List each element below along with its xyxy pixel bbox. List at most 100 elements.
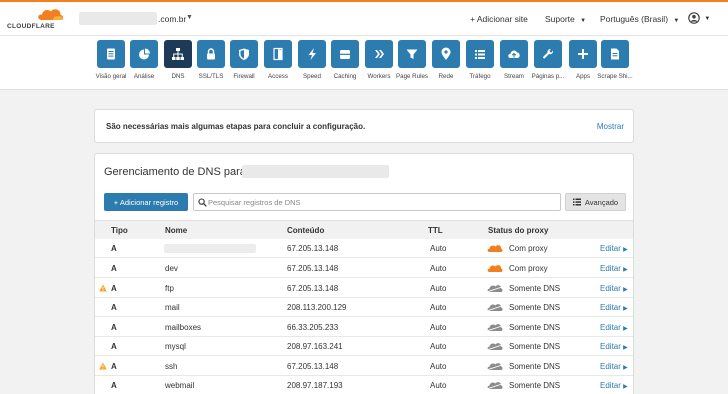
list-icon bbox=[475, 50, 485, 59]
nav-item-network[interactable]: Rede bbox=[428, 40, 464, 80]
record-content: 208.113.200.129 bbox=[287, 303, 347, 312]
dns-search-field[interactable] bbox=[193, 193, 561, 211]
nav-item-caching[interactable]: Caching bbox=[327, 40, 363, 80]
edit-link[interactable]: Editar ▶ bbox=[600, 303, 628, 312]
table-row[interactable]: A 67.205.13.148 Auto Com proxy Editar ▶ bbox=[95, 239, 633, 258]
proxied-cloud-icon[interactable] bbox=[487, 264, 503, 272]
caret-right-icon: ▶ bbox=[623, 384, 628, 390]
nav-label: Firewall bbox=[233, 73, 255, 80]
table-row[interactable]: A webmail 208.97.187.193 Auto Somente DN… bbox=[95, 376, 633, 394]
record-name: mailboxes bbox=[165, 323, 202, 332]
dns-title: Gerenciamento de DNS para bbox=[104, 166, 246, 178]
edit-link[interactable]: Editar ▶ bbox=[600, 362, 628, 371]
nav-item-firewall[interactable]: Firewall bbox=[226, 40, 262, 80]
domain-suffix[interactable]: .com.br bbox=[158, 14, 186, 24]
domain-caret-icon[interactable]: ▼ bbox=[186, 14, 193, 21]
table-row[interactable]: A mail 208.113.200.129 Auto Somente DNS … bbox=[95, 298, 633, 317]
nav-item-analytics[interactable]: Análise bbox=[126, 40, 162, 80]
dns-only-cloud-icon[interactable] bbox=[487, 284, 503, 292]
nav-item-workers[interactable]: Workers bbox=[361, 40, 397, 80]
wrench-icon bbox=[542, 48, 554, 59]
proxy-status: Somente DNS bbox=[509, 323, 561, 332]
record-type: A bbox=[111, 323, 117, 332]
workers-icon bbox=[375, 50, 384, 58]
filter-icon bbox=[406, 49, 418, 59]
domain-name-redacted[interactable] bbox=[79, 12, 157, 25]
cloud-logo-icon bbox=[38, 9, 64, 20]
support-menu[interactable]: Suporte ▼ bbox=[545, 14, 586, 24]
record-ttl: Auto bbox=[430, 264, 447, 273]
record-name-redacted bbox=[164, 244, 256, 253]
column-header-name: Nome bbox=[165, 226, 188, 235]
nav-label: Apps bbox=[575, 73, 591, 80]
dns-search-input[interactable] bbox=[208, 196, 548, 208]
record-content: 67.205.13.148 bbox=[287, 264, 339, 273]
table-row[interactable]: A dev 67.205.13.148 Auto Com proxy Edita… bbox=[95, 259, 633, 278]
table-row[interactable]: A ssh 67.205.13.148 Auto Somente DNS Edi… bbox=[95, 357, 633, 376]
nav-label: Análise bbox=[133, 73, 155, 80]
nav-item-access[interactable]: Access bbox=[260, 40, 296, 80]
add-record-button[interactable]: + Adicionar registro bbox=[104, 193, 188, 211]
edit-link[interactable]: Editar ▶ bbox=[600, 381, 628, 390]
advanced-button[interactable]: Avançado bbox=[565, 193, 626, 211]
nav-item-stream[interactable]: Stream bbox=[496, 40, 532, 80]
nav-item-speed[interactable]: Speed bbox=[294, 40, 330, 80]
setup-notice-text: São necessárias mais algumas etapas para… bbox=[106, 122, 366, 131]
nav-label: Access bbox=[268, 73, 288, 80]
edit-link[interactable]: Editar ▶ bbox=[600, 323, 628, 332]
nav-item-ssl-tls[interactable]: SSL/TLS bbox=[193, 40, 229, 80]
door-icon bbox=[273, 47, 283, 61]
user-menu[interactable]: ▼ bbox=[688, 12, 710, 24]
user-icon bbox=[688, 12, 700, 24]
proxy-status: Somente DNS bbox=[509, 342, 561, 351]
nav-item-scrape-shield[interactable]: Scrape Shi... bbox=[597, 40, 633, 80]
nav-item-dns[interactable]: DNS bbox=[160, 40, 196, 80]
edit-link[interactable]: Editar ▶ bbox=[600, 342, 628, 351]
cloudflare-logo[interactable]: CLOUDFLARE bbox=[7, 7, 67, 33]
record-ttl: Auto bbox=[430, 284, 447, 293]
caret-right-icon: ▶ bbox=[623, 365, 628, 371]
nav-item-overview[interactable]: Visão geral bbox=[93, 40, 129, 80]
proxy-status: Somente DNS bbox=[509, 362, 561, 371]
warning-icon bbox=[99, 284, 107, 292]
table-row[interactable]: A ftp 67.205.13.148 Auto Somente DNS Edi… bbox=[95, 279, 633, 298]
dns-table-header: Tipo Nome Conteúdo TTL Status do proxy bbox=[95, 220, 633, 239]
warning-icon bbox=[99, 362, 107, 370]
record-type: A bbox=[111, 244, 117, 253]
dns-only-cloud-icon[interactable] bbox=[487, 381, 503, 389]
language-menu[interactable]: Português (Brasil) ▼ bbox=[600, 14, 679, 24]
column-header-ttl: TTL bbox=[428, 226, 443, 235]
dns-only-cloud-icon[interactable] bbox=[487, 303, 503, 311]
proxy-status: Somente DNS bbox=[509, 303, 561, 312]
edit-link[interactable]: Editar ▶ bbox=[600, 264, 628, 273]
column-header-content: Conteúdo bbox=[287, 226, 325, 235]
nav-label: Páginas p... bbox=[531, 73, 565, 80]
nav-item-apps[interactable]: Apps bbox=[565, 40, 601, 80]
list-icon bbox=[572, 198, 581, 206]
column-header-type: Tipo bbox=[111, 226, 128, 235]
dns-only-cloud-icon[interactable] bbox=[487, 342, 503, 350]
caret-right-icon: ▶ bbox=[623, 326, 628, 332]
dns-only-cloud-icon[interactable] bbox=[487, 323, 503, 331]
nav-label: SSL/TLS bbox=[198, 73, 224, 80]
dns-only-cloud-icon[interactable] bbox=[487, 362, 503, 370]
table-row[interactable]: A mailboxes 66.33.205.233 Auto Somente D… bbox=[95, 318, 633, 337]
record-content: 67.205.13.148 bbox=[287, 244, 339, 253]
nav-label: Speed bbox=[303, 73, 321, 80]
edit-link[interactable]: Editar ▶ bbox=[600, 244, 628, 253]
record-name: webmail bbox=[165, 381, 195, 390]
edit-link[interactable]: Editar ▶ bbox=[600, 284, 628, 293]
nav-item-page-rules[interactable]: Page Rules bbox=[394, 40, 430, 80]
nav-item-traffic[interactable]: Tráfego bbox=[462, 40, 498, 80]
top-bar: CLOUDFLARE .com.br ▼ + Adicionar site Su… bbox=[0, 0, 728, 36]
add-site-link[interactable]: + Adicionar site bbox=[470, 14, 528, 24]
caret-right-icon: ▶ bbox=[623, 267, 628, 273]
record-name: mysql bbox=[165, 342, 186, 351]
proxied-cloud-icon[interactable] bbox=[487, 244, 503, 252]
record-ttl: Auto bbox=[430, 362, 447, 371]
show-link[interactable]: Mostrar bbox=[597, 122, 624, 131]
table-row[interactable]: A mysql 208.97.163.241 Auto Somente DNS … bbox=[95, 337, 633, 356]
advanced-label: Avançado bbox=[584, 197, 619, 207]
record-name: ssh bbox=[165, 362, 178, 371]
nav-item-custom-pages[interactable]: Páginas p... bbox=[530, 40, 566, 80]
